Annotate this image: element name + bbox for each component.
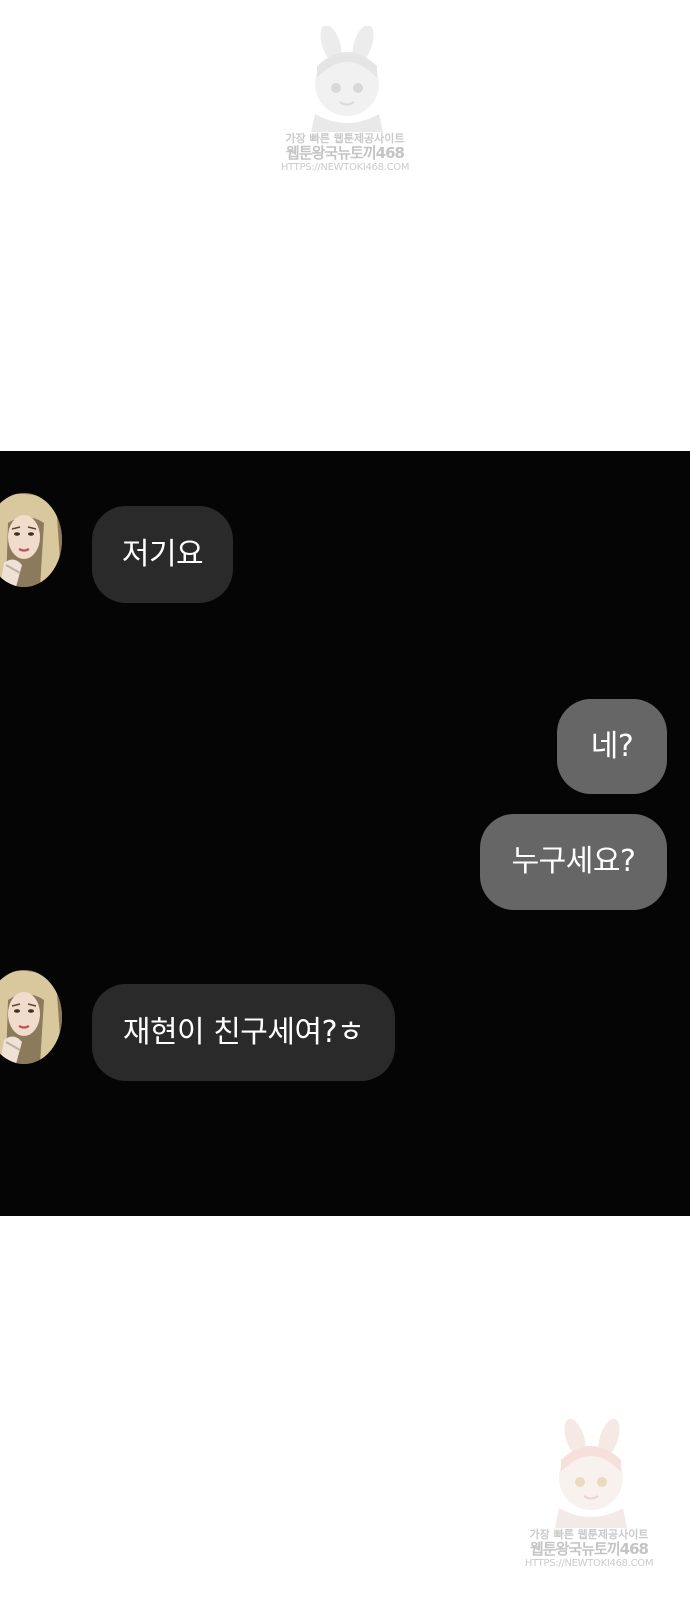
watermark-url: HTTPS://NEWTOKI468.COM [280,162,410,173]
message-text: 재현이 친구세여?ㅎ [122,1014,365,1050]
watermark-bottom: 가장 빠른 웹툰제공사이트 웹툰왕국뉴토끼468 HTTPS://NEWTOKI… [518,1418,660,1588]
message-bubble-incoming: 저기요 [92,506,233,603]
message-text: 저기요 [121,536,204,572]
message-bubble-incoming: 재현이 친구세여?ㅎ [92,984,395,1081]
watermark-top: 가장 빠른 웹툰제공사이트 웹툰왕국뉴토끼468 HTTPS://NEWTOKI… [276,26,414,192]
watermark-site-name: 웹툰왕국뉴토끼468 [286,144,405,162]
message-bubble-outgoing: 네? [557,699,667,794]
watermark-url: HTTPS://NEWTOKI468.COM [524,1558,654,1569]
message-bubble-outgoing: 누구세요? [480,814,667,910]
bunny-girl-mascot-icon [311,26,383,132]
watermark-site-name: 웹툰왕국뉴토끼468 [530,1540,649,1558]
bunny-girl-mascot-icon [555,1418,627,1528]
message-text: 누구세요? [511,844,636,879]
message-text: 네? [590,728,634,764]
